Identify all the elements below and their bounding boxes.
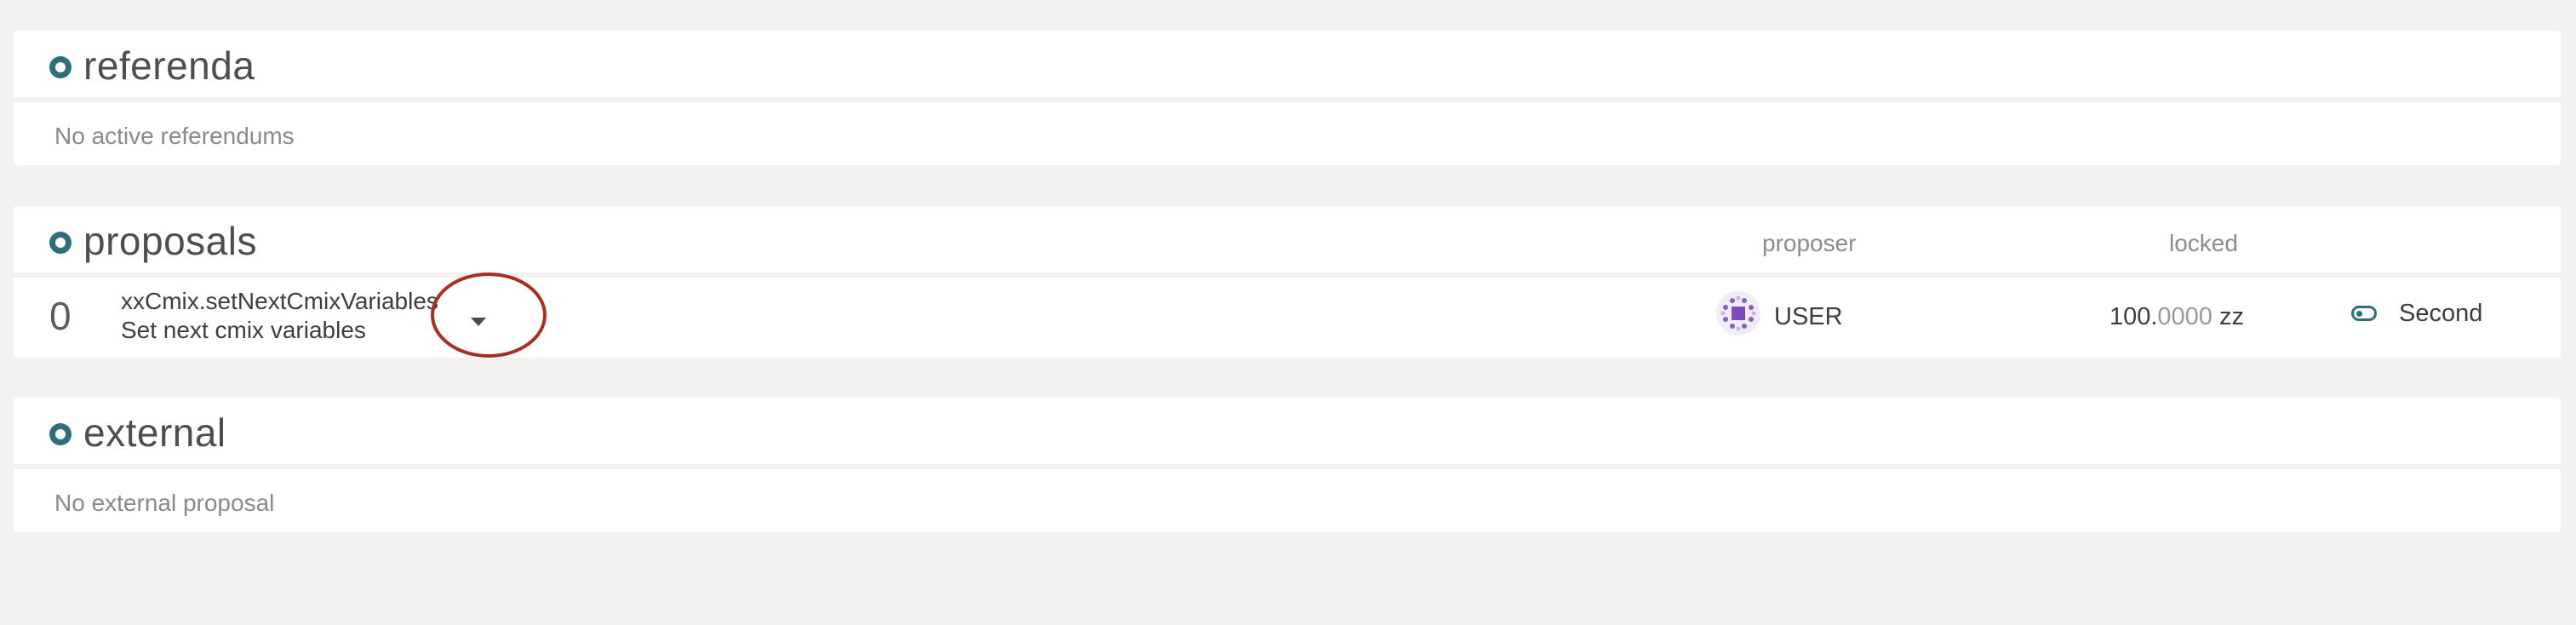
circle-bullet-icon — [49, 56, 72, 78]
locked-amount: 100.0000 zz — [2109, 303, 2244, 331]
circle-bullet-icon — [49, 423, 72, 445]
external-header: external — [14, 398, 2561, 464]
locked-unit: zz — [2212, 303, 2244, 330]
proposal-description: Set next cmix variables — [121, 317, 366, 343]
proposals-header: proposals proposer locked — [14, 206, 2561, 272]
empty-message: No active referendums — [54, 123, 295, 149]
locked-integer: 100. — [2109, 303, 2158, 330]
toggle-icon — [2351, 306, 2377, 321]
section-title: proposals — [83, 219, 257, 263]
referenda-section: referenda No active referendums — [14, 31, 2561, 165]
external-section: external No external proposal — [14, 398, 2561, 532]
referenda-header: referenda — [14, 31, 2561, 97]
proposal-call: xxCmix.setNextCmixVariables — [121, 288, 438, 314]
proposals-section: proposals proposer locked 0 xxCmix.setNe… — [14, 206, 2561, 358]
second-button[interactable]: Second — [2351, 296, 2482, 330]
proposal-row: 0 xxCmix.setNextCmixVariables Set next c… — [14, 272, 2561, 358]
section-title: referenda — [83, 43, 255, 88]
highlight-annotation — [431, 272, 547, 358]
column-header-locked: locked — [2169, 230, 2238, 256]
empty-message: No external proposal — [54, 490, 275, 516]
referenda-body: No active referendums — [14, 102, 2561, 165]
circle-bullet-icon — [49, 232, 72, 254]
external-body: No external proposal — [14, 469, 2561, 532]
locked-decimals: 0000 — [2157, 303, 2212, 330]
identicon — [1716, 291, 1760, 335]
proposal-index: 0 — [49, 294, 72, 338]
column-header-proposer: proposer — [1762, 230, 1857, 256]
section-title: external — [83, 410, 226, 455]
second-label: Second — [2399, 299, 2483, 327]
proposer-name[interactable]: USER — [1774, 303, 1843, 331]
